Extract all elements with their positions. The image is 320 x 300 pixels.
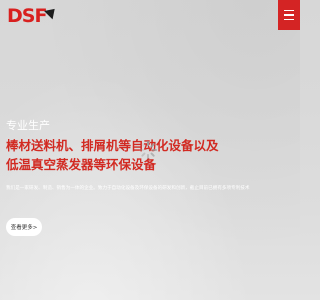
- hamburger-menu-icon-line: [284, 18, 294, 21]
- menu-button[interactable]: [278, 0, 300, 30]
- hamburger-menu-icon: [284, 9, 294, 12]
- hero-headline-line-2: 低温真空蒸发器等环保设备: [6, 157, 157, 172]
- logo-text: DSF: [7, 4, 47, 27]
- view-more-button[interactable]: 查看更多>: [6, 218, 42, 236]
- loading-spinner-icon: [139, 141, 157, 159]
- hero-subtitle: 专业生产: [6, 119, 50, 132]
- hero-headline-line-1: 棒材送料机、排屑机等自动化设备以及: [6, 138, 219, 153]
- hero-description: 我们是一家研发、制造、销售为一体的企业。致力于自动化设备及环保设备的研发和创新，…: [6, 186, 250, 191]
- hero-headline: 棒材送料机、排屑机等自动化设备以及 低温真空蒸发器等环保设备: [6, 136, 219, 174]
- site-logo[interactable]: DSF: [7, 4, 60, 28]
- hamburger-menu-icon-line: [284, 14, 294, 16]
